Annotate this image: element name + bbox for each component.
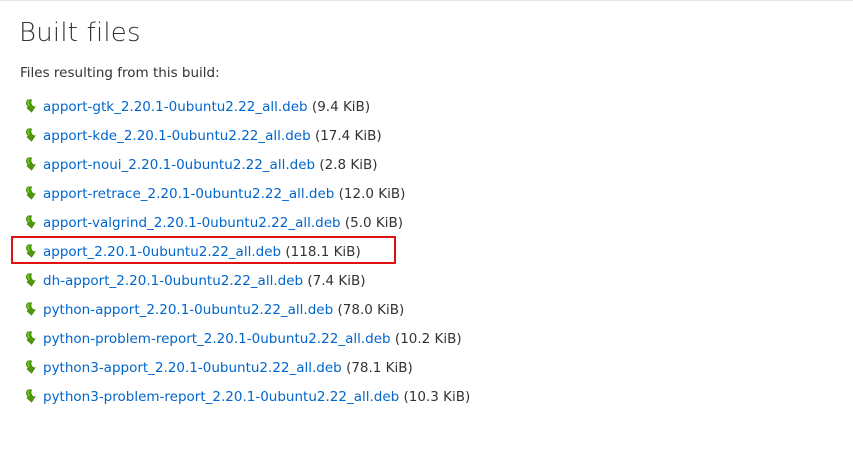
download-arrow-icon [26, 128, 36, 142]
file-size: (7.4 KiB) [307, 273, 366, 289]
file-link[interactable]: apport-noui_2.20.1-0ubuntu2.22_all.deb [43, 157, 315, 173]
download-arrow-icon [26, 360, 36, 374]
file-link[interactable]: apport-gtk_2.20.1-0ubuntu2.22_all.deb [43, 99, 308, 115]
download-arrow-icon [26, 244, 36, 258]
file-link[interactable]: python3-apport_2.20.1-0ubuntu2.22_all.de… [43, 360, 342, 376]
file-list-item: python3-problem-report_2.20.1-0ubuntu2.2… [0, 387, 600, 416]
file-size: (10.3 KiB) [403, 389, 471, 405]
file-link[interactable]: python3-problem-report_2.20.1-0ubuntu2.2… [43, 389, 399, 405]
file-size: (78.1 KiB) [346, 360, 413, 376]
file-list-item: apport-kde_2.20.1-0ubuntu2.22_all.deb (1… [0, 126, 600, 155]
file-link[interactable]: apport-valgrind_2.20.1-0ubuntu2.22_all.d… [43, 215, 341, 231]
download-arrow-icon [26, 186, 36, 200]
download-arrow-icon [26, 215, 36, 229]
download-arrow-icon [26, 302, 36, 316]
file-list-item: apport-retrace_2.20.1-0ubuntu2.22_all.de… [0, 184, 600, 213]
download-arrow-icon [26, 273, 36, 287]
file-size: (12.0 KiB) [338, 186, 406, 202]
download-arrow-icon [26, 389, 36, 403]
file-size: (17.4 KiB) [314, 128, 382, 144]
file-size: (10.2 KiB) [394, 331, 462, 347]
file-size: (2.8 KiB) [319, 157, 378, 173]
file-link[interactable]: apport-retrace_2.20.1-0ubuntu2.22_all.de… [43, 186, 334, 202]
file-link[interactable]: apport_2.20.1-0ubuntu2.22_all.deb [43, 244, 281, 260]
file-list-item: python-apport_2.20.1-0ubuntu2.22_all.deb… [0, 300, 600, 329]
download-arrow-icon [26, 157, 36, 171]
file-link[interactable]: apport-kde_2.20.1-0ubuntu2.22_all.deb [43, 128, 311, 144]
file-list-item-highlighted: apport_2.20.1-0ubuntu2.22_all.deb (118.1… [0, 242, 600, 271]
download-arrow-icon [26, 331, 36, 345]
file-size: (78.0 KiB) [337, 302, 405, 318]
file-list-item: apport-noui_2.20.1-0ubuntu2.22_all.deb (… [0, 155, 600, 184]
file-list-item: python3-apport_2.20.1-0ubuntu2.22_all.de… [0, 358, 600, 387]
top-divider [0, 0, 853, 1]
file-list-item: apport-valgrind_2.20.1-0ubuntu2.22_all.d… [0, 213, 600, 242]
file-list-item: python-problem-report_2.20.1-0ubuntu2.22… [0, 329, 600, 358]
file-size: (9.4 KiB) [311, 99, 371, 115]
built-files-list: apport-gtk_2.20.1-0ubuntu2.22_all.deb (9… [0, 97, 600, 416]
file-list-item: dh-apport_2.20.1-0ubuntu2.22_all.deb (7.… [0, 271, 600, 300]
page-title: Built files [19, 18, 141, 48]
file-link[interactable]: dh-apport_2.20.1-0ubuntu2.22_all.deb [43, 273, 303, 289]
file-size: (118.1 KiB) [285, 244, 361, 260]
file-link[interactable]: python-problem-report_2.20.1-0ubuntu2.22… [43, 331, 391, 347]
intro-text: Files resulting from this build: [20, 65, 220, 81]
file-link[interactable]: python-apport_2.20.1-0ubuntu2.22_all.deb [43, 302, 333, 318]
file-list-item: apport-gtk_2.20.1-0ubuntu2.22_all.deb (9… [0, 97, 600, 126]
download-arrow-icon [26, 99, 36, 113]
file-size: (5.0 KiB) [344, 215, 404, 231]
